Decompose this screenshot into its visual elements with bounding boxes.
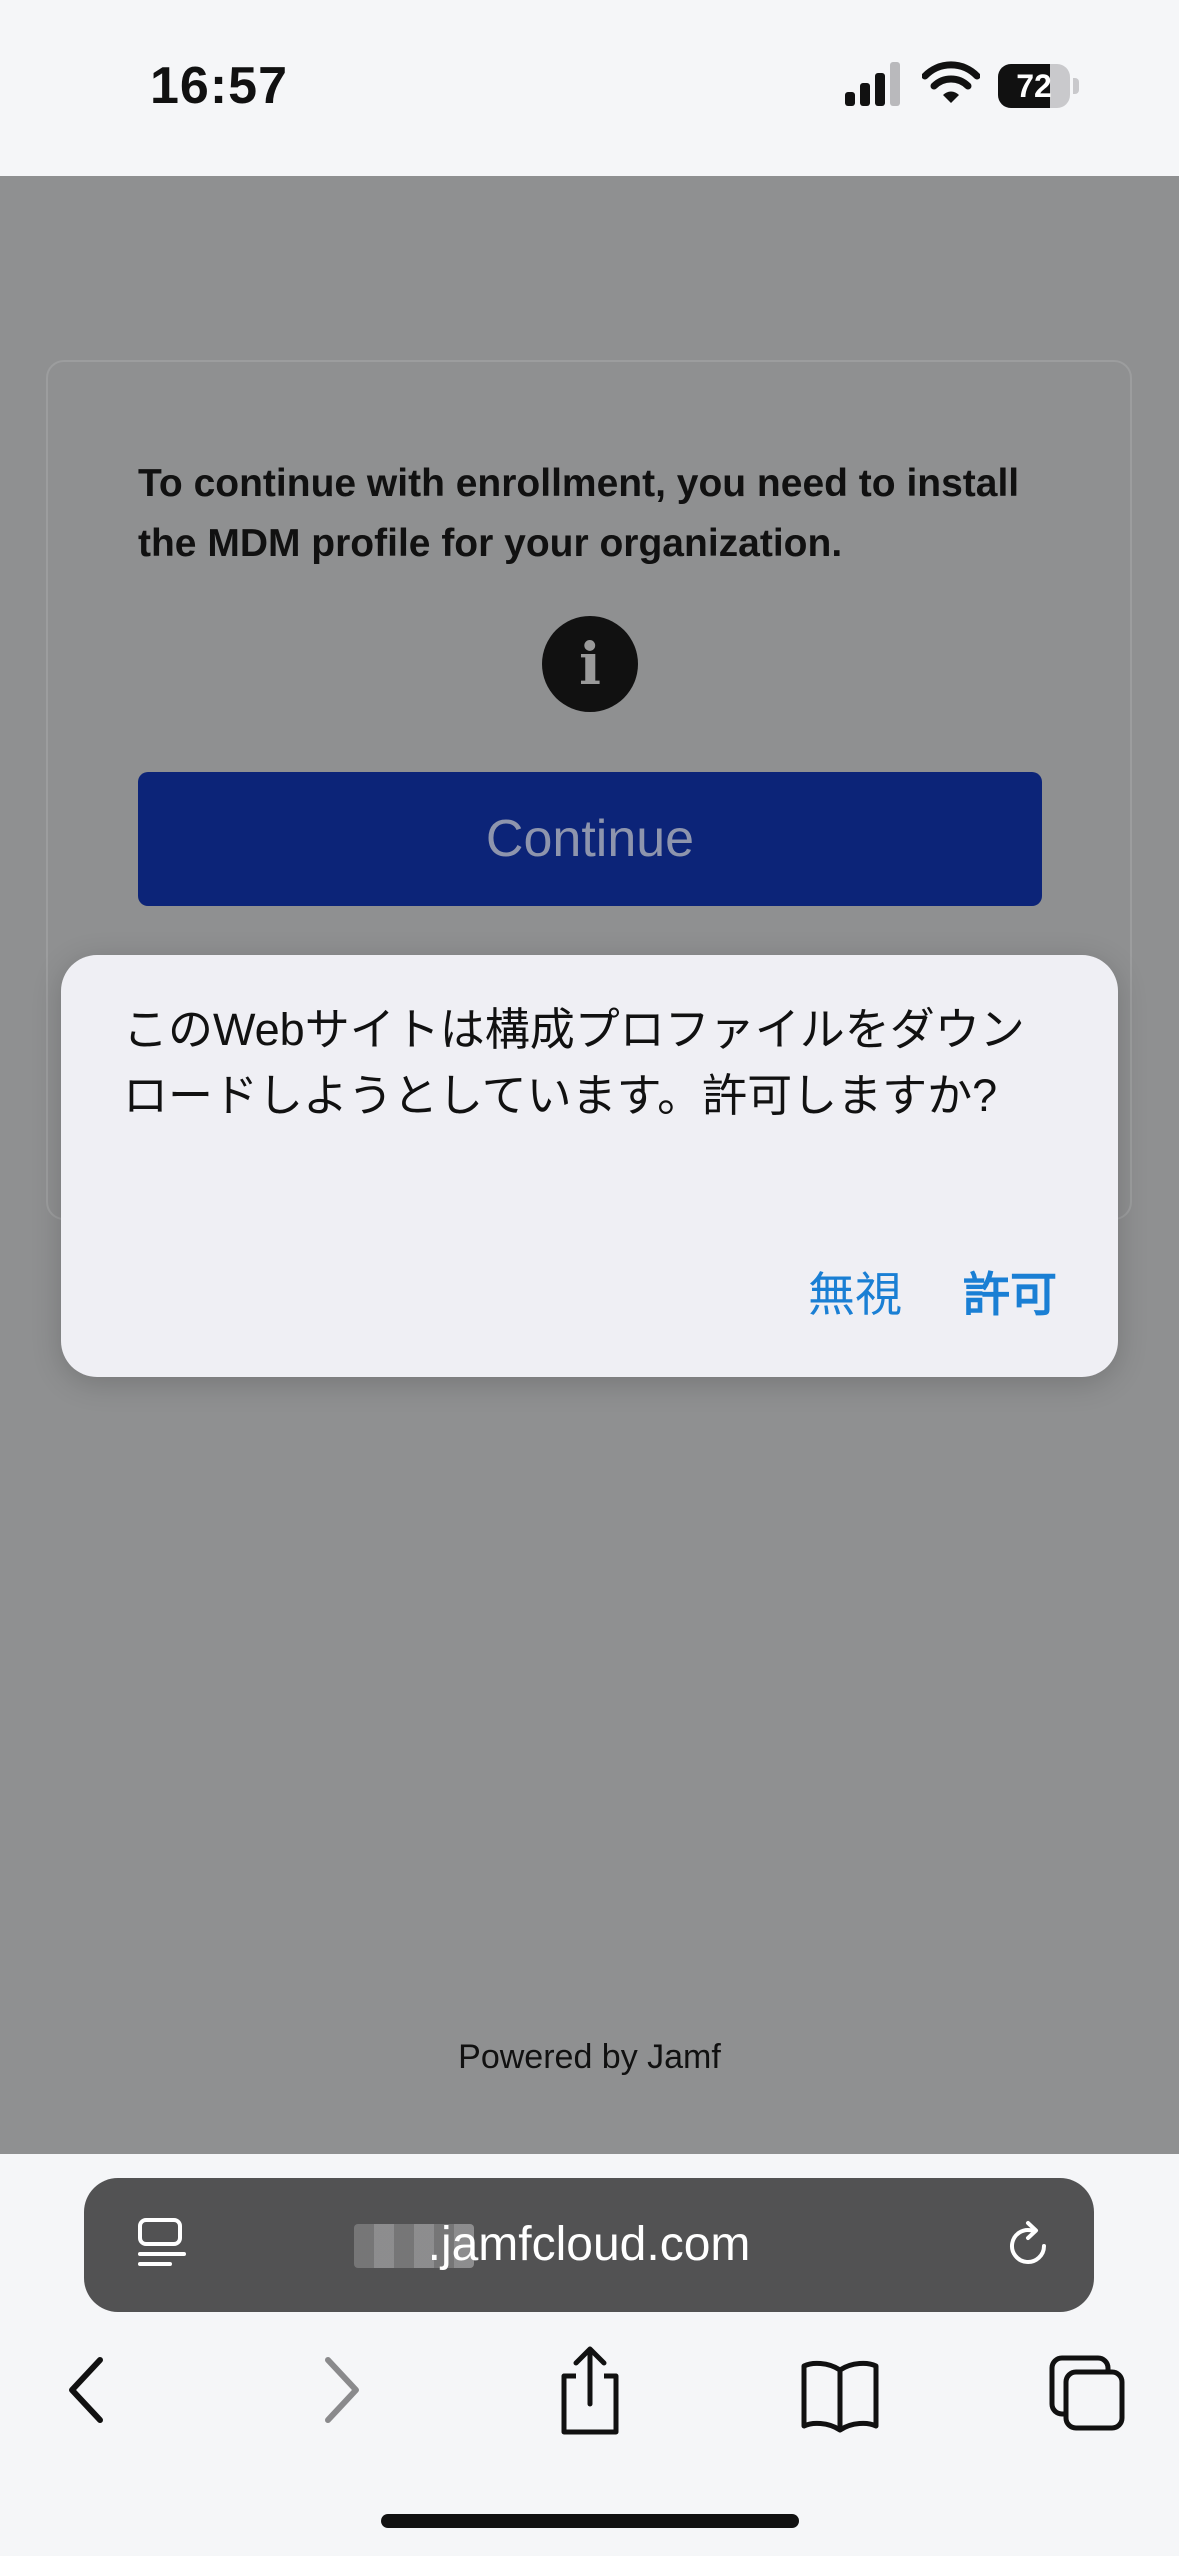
home-indicator [381,2514,799,2528]
status-bar: 16:57 72 [0,0,1179,176]
reload-icon[interactable] [1000,2218,1056,2274]
tabs-icon[interactable] [1036,2330,1136,2450]
profile-download-alert: このWebサイトは構成プロファイルをダウンロードしようとしています。許可しますか… [61,955,1118,1377]
enrollment-message: To continue with enrollment, you need to… [138,462,1020,565]
bookmarks-icon[interactable] [790,2330,890,2450]
share-icon[interactable] [540,2330,640,2450]
cellular-signal-icon [845,62,900,106]
address-bar[interactable]: .jamfcloud.com [84,2178,1094,2312]
battery-icon: 72 [998,64,1080,108]
url-domain[interactable]: .jamfcloud.com [84,2178,1094,2312]
battery-percent: 72 [1016,68,1052,104]
wifi-icon [922,61,980,103]
safari-toolbar [0,2330,1179,2450]
back-icon[interactable] [36,2330,136,2450]
alert-message: このWebサイトは構成プロファイルをダウンロードしようとしています。許可しますか… [123,1004,1025,1121]
allow-button[interactable]: 許可 [963,1265,1057,1325]
forward-icon[interactable] [292,2330,392,2450]
status-time: 16:57 [150,57,288,115]
info-icon: i [542,616,638,712]
powered-by-footer: Powered by Jamf [458,2038,721,2076]
ignore-button[interactable]: 無視 [808,1265,902,1325]
continue-button[interactable]: Continue [138,772,1042,906]
